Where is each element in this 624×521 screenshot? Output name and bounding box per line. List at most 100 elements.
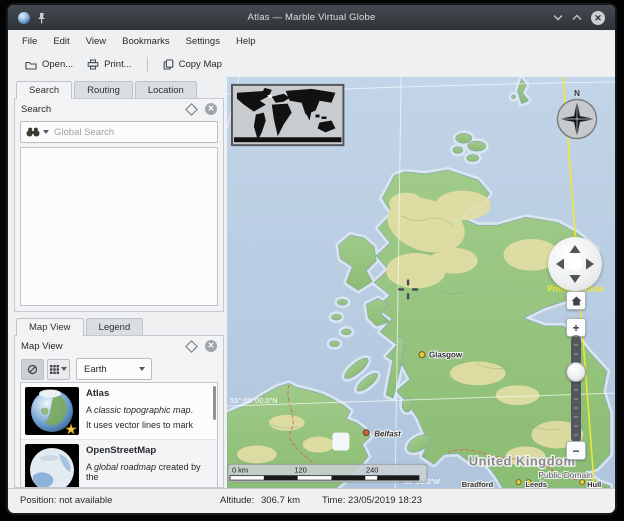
zoom-slider-track[interactable] (571, 335, 581, 443)
menu-settings[interactable]: Settings (178, 33, 228, 50)
tab-search[interactable]: Search (16, 81, 72, 99)
theme-item-openstreetmap[interactable]: OpenStreetMap A global roadmap created b… (21, 440, 217, 487)
close-dock-icon[interactable]: ✕ (205, 103, 217, 115)
theme-title: Atlas (86, 389, 193, 400)
country-label: United Kingdom (469, 453, 576, 468)
menu-view[interactable]: View (78, 33, 114, 50)
view-mode-button[interactable] (47, 359, 70, 380)
view-mode-caret-icon (61, 367, 67, 371)
zoom-out-button[interactable]: − (566, 441, 586, 460)
map-view-controls: Earth (15, 356, 223, 382)
menubar: File Edit View Bookmarks Settings Help (8, 30, 615, 52)
float-dock-button[interactable] (185, 340, 198, 353)
search-options-caret-icon[interactable] (43, 130, 49, 134)
binoculars-icon (26, 127, 40, 137)
leeds-label: Leeds (525, 480, 547, 488)
window-title: Atlas — Marble Virtual Globe (148, 12, 475, 23)
zoom-slider-handle[interactable] (566, 362, 586, 382)
printer-icon (87, 59, 99, 70)
status-altitude-value: 306.7 km (261, 495, 300, 506)
celestial-body-value: Earth (77, 364, 139, 375)
overview-map[interactable] (232, 85, 343, 145)
projection-button[interactable] (21, 359, 44, 380)
glasgow-label: Glasgow (429, 351, 463, 360)
favorite-star-icon: ★ (65, 421, 78, 435)
pin-icon[interactable] (36, 12, 47, 24)
pan-dpad[interactable] (548, 237, 602, 291)
scale-end: 240 (366, 466, 378, 475)
belfast-marker (363, 430, 369, 436)
list-scrollbar[interactable] (213, 386, 216, 420)
compass-north-label: N (555, 89, 599, 98)
belfast-label: Belfast (374, 430, 401, 439)
copy-map-button[interactable]: Copy Map (156, 56, 229, 73)
atlas-thumbnail: ★ (25, 387, 79, 435)
status-time: Time: 23/05/2019 18:23 (322, 495, 422, 506)
pan-left-icon (556, 259, 564, 270)
latitude-label: 55° 00' 00.0"N (230, 396, 278, 405)
search-input[interactable] (52, 126, 212, 139)
bradford-label: Bradford (462, 480, 494, 488)
home-button[interactable] (566, 291, 586, 310)
scale-bar: 0 km 120 240 (228, 464, 427, 482)
close-dock-icon[interactable]: ✕ (205, 340, 217, 352)
compass-rose-icon (556, 98, 598, 140)
app-globe-icon (18, 12, 30, 24)
marble-window: Atlas — Marble Virtual Globe ✕ File Edit… (6, 3, 617, 515)
search-dock: Search ✕ (14, 98, 224, 312)
celestial-body-select[interactable]: Earth (76, 358, 152, 380)
close-button[interactable]: ✕ (591, 11, 605, 25)
copy-map-label: Copy Map (179, 59, 222, 70)
pan-right-icon (586, 259, 594, 270)
grid-icon (50, 365, 59, 374)
sidebar: Search Routing Location Search ✕ (8, 77, 227, 488)
theme-description: A classic topographic map. (86, 405, 193, 415)
map-view-dock-title: Map View (21, 341, 187, 352)
copy-icon (163, 59, 174, 70)
maximize-button[interactable] (572, 14, 582, 21)
scale-mid: 120 (294, 466, 306, 475)
toolbar-separator (147, 57, 148, 72)
home-icon (571, 296, 582, 306)
statusbar: Position: not available Altitude: 306.7 … (8, 488, 615, 513)
toolbar: Open... Print... Copy Map (8, 52, 615, 77)
open-label: Open... (42, 59, 73, 70)
search-input-box[interactable] (20, 121, 218, 143)
pan-down-icon (570, 275, 581, 283)
combo-caret-icon (139, 367, 145, 371)
tab-routing[interactable]: Routing (74, 81, 133, 99)
tab-location[interactable]: Location (135, 81, 197, 99)
menu-edit[interactable]: Edit (45, 33, 77, 50)
theme-title: OpenStreetMap (86, 446, 213, 457)
theme-description: It uses vector lines to mark (86, 420, 193, 430)
scale-start: 0 km (232, 466, 248, 475)
attribution-label: Public Domain (538, 470, 593, 480)
minimize-button[interactable] (553, 14, 563, 21)
tab-map-view[interactable]: Map View (16, 318, 84, 336)
map-canvas[interactable]: 55° 00' 00.0"N 00' 00.0"W Prime Meridian (227, 77, 615, 488)
search-results-list[interactable] (20, 147, 218, 306)
compass-widget[interactable]: N (555, 89, 599, 145)
print-button[interactable]: Print... (80, 56, 138, 73)
status-altitude-label: Altitude: (220, 495, 254, 506)
pan-up-icon (570, 245, 581, 253)
top-tabbar: Search Routing Location (14, 78, 224, 99)
tab-legend[interactable]: Legend (86, 318, 144, 336)
float-dock-button[interactable] (185, 103, 198, 116)
theme-description: A global roadmap created by the (86, 462, 213, 483)
menu-help[interactable]: Help (228, 33, 264, 50)
bottom-tabbar: Map View Legend (14, 315, 224, 336)
globe-slash-icon (27, 364, 38, 375)
theme-item-atlas[interactable]: ★ Atlas A classic topographic map. It us… (21, 383, 217, 440)
glasgow-marker (419, 352, 425, 358)
menu-file[interactable]: File (14, 33, 45, 50)
titlebar: Atlas — Marble Virtual Globe ✕ (8, 5, 615, 30)
search-dock-title: Search (21, 104, 187, 115)
osm-thumbnail (25, 444, 79, 487)
folder-icon (25, 60, 37, 70)
lough-neagh (332, 433, 349, 451)
print-label: Print... (104, 59, 131, 70)
menu-bookmarks[interactable]: Bookmarks (114, 33, 178, 50)
map-theme-list: ★ Atlas A classic topographic map. It us… (20, 382, 218, 487)
open-button[interactable]: Open... (18, 56, 80, 73)
